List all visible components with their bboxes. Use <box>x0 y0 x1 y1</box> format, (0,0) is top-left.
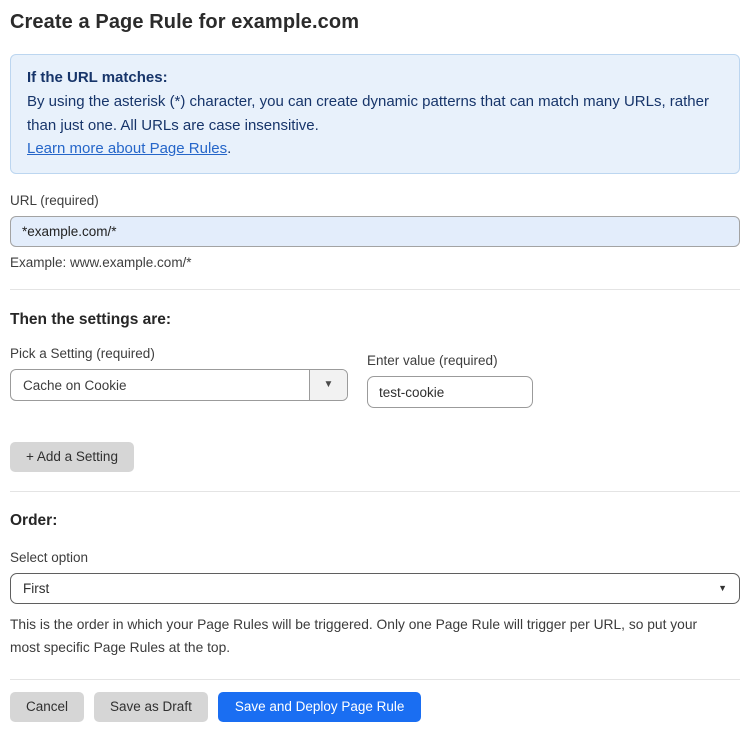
order-section: Order: Select option First ▼ This is the… <box>10 512 740 660</box>
info-box-link-line: Learn more about Page Rules. <box>27 137 723 160</box>
order-select-value: First <box>23 581 50 596</box>
setting-value-input[interactable] <box>367 376 533 408</box>
page-title: Create a Page Rule for example.com <box>10 11 360 33</box>
cancel-button[interactable]: Cancel <box>10 691 85 722</box>
pick-setting-label: Pick a Setting (required) <box>10 346 155 361</box>
settings-section: Then the settings are: Pick a Setting (r… <box>10 311 740 472</box>
settings-row: Pick a Setting (required) Cache on Cooki… <box>10 346 740 408</box>
save-as-draft-button[interactable]: Save as Draft <box>94 691 208 722</box>
divider <box>10 678 740 680</box>
link-period: . <box>227 139 232 157</box>
url-example-helper: Example: www.example.com/* <box>10 255 192 270</box>
url-input[interactable] <box>10 216 740 247</box>
divider <box>10 491 740 492</box>
add-setting-button[interactable]: + Add a Setting <box>10 442 134 472</box>
save-and-deploy-button[interactable]: Save and Deploy Page Rule <box>217 691 422 722</box>
footer-actions: Cancel Save as Draft Save and Deploy Pag… <box>10 691 740 742</box>
url-label: URL (required) <box>10 193 99 208</box>
url-matches-info-box: If the URL matches: By using the asteris… <box>10 54 740 174</box>
order-helper-text: This is the order in which your Page Rul… <box>10 617 698 656</box>
info-box-body: By using the asterisk (*) character, you… <box>27 93 709 134</box>
enter-value-column: Enter value (required) <box>367 353 533 408</box>
chevron-down-icon: ▼ <box>323 379 334 390</box>
select-option-label: Select option <box>10 550 89 565</box>
settings-heading: Then the settings are: <box>10 311 172 328</box>
chevron-down-icon: ▼ <box>718 583 727 593</box>
pick-setting-column: Pick a Setting (required) Cache on Cooki… <box>10 346 348 401</box>
url-field-section: URL (required) Example: www.example.com/… <box>10 193 740 270</box>
enter-value-label: Enter value (required) <box>367 353 498 368</box>
setting-select-value: Cache on Cookie <box>23 377 127 393</box>
info-box-heading: If the URL matches: <box>27 69 168 86</box>
order-heading: Order: <box>10 512 58 529</box>
divider <box>10 289 740 290</box>
learn-more-page-rules-link[interactable]: Learn more about Page Rules <box>27 140 227 157</box>
setting-select[interactable]: Cache on Cookie ▼ <box>10 369 348 401</box>
order-select[interactable]: First ▼ <box>10 573 740 604</box>
setting-select-arrow-button[interactable]: ▼ <box>309 370 347 400</box>
create-page-rule-form: Create a Page Rule for example.com If th… <box>0 0 750 742</box>
